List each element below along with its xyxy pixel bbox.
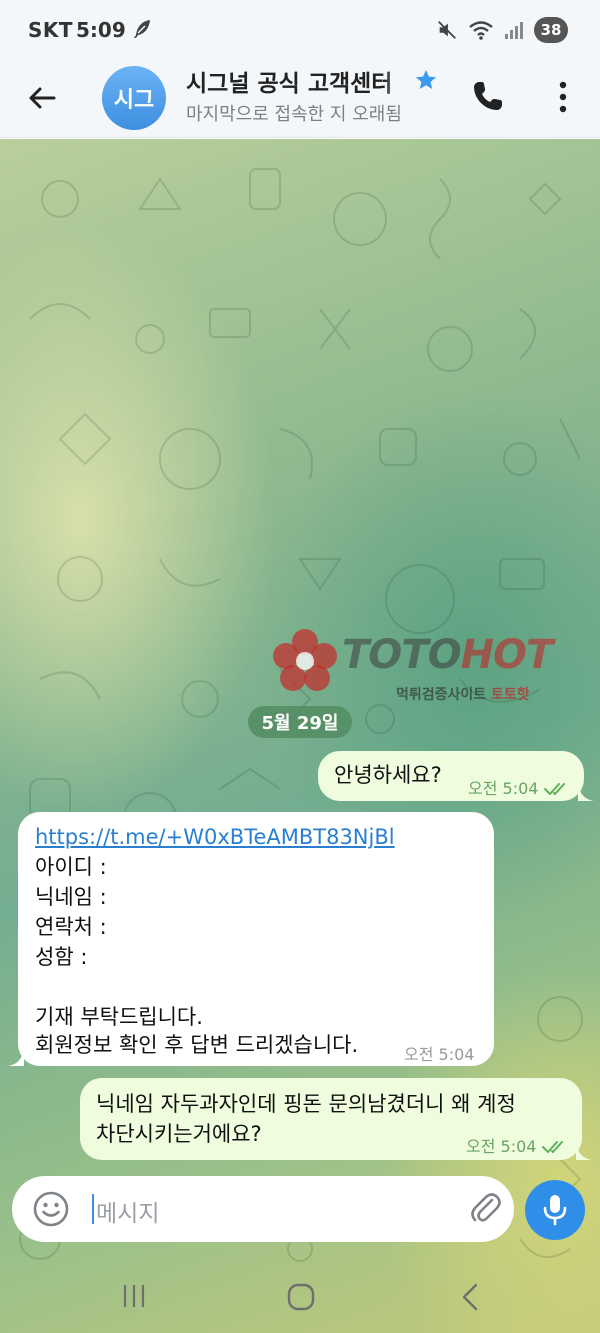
message-line: 연락처 : — [35, 915, 107, 939]
outgoing-message[interactable]: 닉네임 자두과자인데 핑돈 문의남겼더니 왜 계정 차단시키는거에요? 오전 5… — [80, 1078, 582, 1160]
chat-header: 시그 시그널 공식 고객센터 마지막으로 접속한 지 오래됨 — [0, 58, 600, 138]
text-cursor — [92, 1194, 94, 1224]
message-link[interactable]: https://t.me/+W0xBTeAMBT83NjBl — [35, 822, 395, 852]
message-line: 성함 : — [35, 945, 88, 969]
attach-paperclip-icon[interactable] — [468, 1190, 504, 1228]
message-time: 오전 5:04 — [404, 1045, 475, 1064]
verified-star-icon — [416, 70, 436, 89]
status-icons: 38 — [436, 16, 568, 44]
message-time: 오전 5:04 — [468, 779, 539, 798]
mute-icon — [438, 21, 456, 39]
message-line: 회원정보 확인 후 답변 드리겠습니다. — [35, 1033, 359, 1057]
watermark: TOTOHOT 먹튀검증사이트 토토핫 — [272, 628, 597, 708]
message-input[interactable]: 메시지 — [96, 1194, 159, 1228]
message-meta: 오전 5:04 — [466, 1132, 568, 1162]
double-check-icon — [542, 1141, 564, 1153]
message-line: 기재 부탁드립니다. — [35, 1005, 203, 1029]
message-meta: 오전 5:04 — [404, 1040, 474, 1070]
recent-apps-icon[interactable] — [120, 1282, 148, 1310]
message-meta: 오전 5:04 — [468, 774, 570, 804]
status-bar: SKT 5:09 38 — [0, 0, 600, 58]
microphone-icon — [543, 1195, 567, 1226]
home-icon[interactable] — [286, 1282, 316, 1312]
back-arrow-icon[interactable] — [22, 78, 62, 118]
incoming-message[interactable]: https://t.me/+W0xBTeAMBT83NjBl 아이디 : 닉네임… — [18, 812, 494, 1066]
avatar[interactable]: 시그 — [102, 66, 166, 130]
more-options-icon[interactable] — [548, 76, 578, 118]
voice-record-button[interactable] — [525, 1180, 585, 1240]
bubble-tail — [578, 783, 594, 801]
message-text: 안녕하세요? — [334, 763, 442, 787]
battery-icon: 38 — [534, 17, 568, 43]
outgoing-message[interactable]: 안녕하세요? 오전 5:04 — [318, 751, 584, 801]
system-navigation-bar — [0, 1260, 600, 1333]
message-line: 닉네임 자두과자인데 핑돈 문의남겼더니 왜 계정 — [96, 1092, 516, 1116]
clock: 5:09 — [76, 18, 126, 42]
wifi-icon — [469, 21, 493, 40]
phone-call-icon[interactable] — [470, 78, 506, 114]
message-time: 오전 5:04 — [466, 1137, 537, 1156]
carrier-label: SKT — [28, 18, 74, 42]
message-composer[interactable]: 메시지 — [12, 1176, 514, 1242]
double-check-icon — [544, 783, 566, 795]
watermark-logo-text: TOTOHOT — [342, 632, 553, 678]
watermark-flower-logo — [273, 629, 337, 691]
chat-title[interactable]: 시그널 공식 고객센터 — [186, 64, 411, 98]
signal-icon — [505, 22, 523, 39]
date-separator: 5월 29일 — [248, 706, 352, 738]
back-nav-icon[interactable] — [458, 1282, 482, 1312]
last-seen-status: 마지막으로 접속한 지 오래됨 — [186, 104, 402, 125]
message-line: 차단시키는거에요? — [96, 1122, 262, 1146]
feather-icon — [134, 20, 150, 38]
watermark-subtitle: 먹튀검증사이트 토토핫 — [396, 687, 530, 703]
emoji-icon[interactable] — [32, 1190, 70, 1228]
message-line: 닉네임 : — [35, 885, 107, 909]
bubble-tail — [576, 1142, 592, 1160]
message-line: 아이디 : — [35, 855, 107, 879]
